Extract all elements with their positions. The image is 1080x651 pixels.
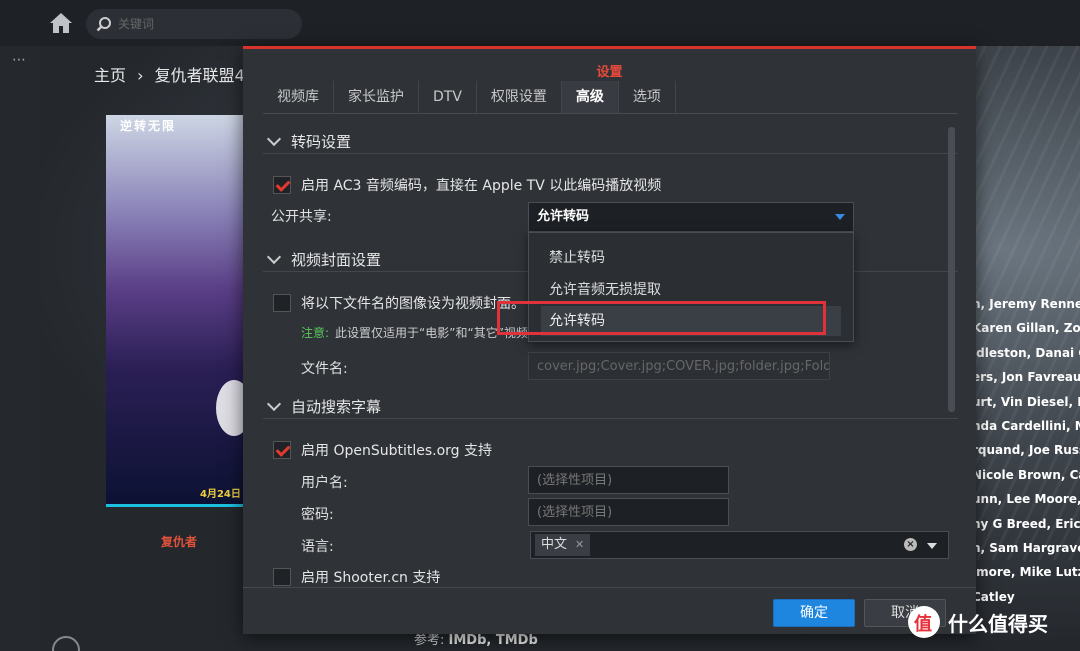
scrollbar[interactable] bbox=[948, 127, 955, 412]
section-subtitles[interactable]: 自动搜索字幕 bbox=[266, 396, 382, 417]
search-icon bbox=[96, 17, 111, 32]
tab-advanced[interactable]: 高级 bbox=[561, 81, 619, 113]
cast-line: Nicole Brown, Ca bbox=[972, 467, 1080, 482]
watermark: 什么值得买 bbox=[908, 606, 1048, 638]
cast-line: n, Jeremy Renner bbox=[972, 297, 1080, 311]
breadcrumb-home[interactable]: 主页 bbox=[94, 66, 126, 85]
breadcrumb: 主页 › 复仇者联盟4 bbox=[94, 62, 251, 86]
dialog-title: 设置 bbox=[596, 65, 623, 80]
opensub-row: 启用 OpenSubtitles.org 支持 bbox=[273, 440, 492, 460]
more-icon[interactable]: ⋯ bbox=[12, 52, 27, 68]
section-divider bbox=[263, 153, 958, 154]
cast-line: nda Cardellini, M bbox=[972, 419, 1080, 434]
section-divider bbox=[263, 418, 958, 419]
filename-label: 文件名: bbox=[301, 361, 348, 377]
movie-poster[interactable]: 逆转无限 4月24日 复仇者 bbox=[106, 115, 252, 549]
filename-input[interactable] bbox=[528, 352, 830, 380]
section-transcode[interactable]: 转码设置 bbox=[266, 131, 352, 152]
watermark-logo-icon bbox=[908, 606, 940, 638]
username-input[interactable] bbox=[528, 466, 729, 494]
cover-checkbox[interactable] bbox=[273, 294, 291, 312]
ac3-checkbox[interactable] bbox=[273, 176, 291, 194]
top-bar bbox=[0, 0, 1080, 46]
note-tag: 注意: bbox=[301, 326, 330, 340]
language-label: 语言: bbox=[301, 539, 334, 555]
cast-line: n, Sam Hargrave bbox=[972, 541, 1080, 556]
poster-title-text: 逆转无限 bbox=[120, 119, 177, 133]
share-select-value: 允许转码 bbox=[537, 209, 590, 224]
settings-dialog: 设置 视频库 家长监护 DTV 权限设置 高级 选项 转码设置 启用 AC3 音… bbox=[243, 46, 976, 634]
username-label: 用户名: bbox=[301, 475, 348, 491]
poster-logo: 复仇者 bbox=[161, 535, 198, 549]
option-disable-transcode[interactable]: 禁止转码 bbox=[549, 247, 605, 267]
shooter-checkbox[interactable] bbox=[273, 568, 291, 586]
left-rail bbox=[0, 46, 40, 651]
shooter-row: 启用 Shooter.cn 支持 bbox=[273, 567, 440, 587]
chevron-down-icon bbox=[266, 131, 282, 147]
caret-down-icon[interactable] bbox=[927, 543, 937, 549]
chevron-down-icon bbox=[266, 249, 282, 265]
tab-dtv[interactable]: DTV bbox=[419, 81, 477, 113]
cast-list: n, Jeremy Renner Karen Gillan, Zoe ldles… bbox=[972, 292, 1080, 609]
section-transcode-title: 转码设置 bbox=[291, 133, 352, 151]
language-select[interactable]: 中文 ✕ × bbox=[530, 531, 949, 559]
tab-divider bbox=[263, 113, 958, 114]
watermark-text: 什么值得买 bbox=[948, 611, 1048, 636]
home-icon[interactable] bbox=[48, 11, 74, 35]
chevron-down-icon bbox=[266, 396, 282, 412]
ok-button[interactable]: 确定 bbox=[773, 599, 855, 627]
language-tag: 中文 ✕ bbox=[535, 534, 591, 556]
tab-permissions[interactable]: 权限设置 bbox=[477, 81, 562, 113]
cover-label: 将以下文件名的图像设为视频封面。 bbox=[301, 296, 525, 312]
password-input[interactable] bbox=[528, 498, 729, 526]
search-box[interactable] bbox=[86, 9, 302, 39]
poster-date: 4月24日 bbox=[200, 489, 241, 500]
tab-video-library[interactable]: 视频库 bbox=[263, 81, 334, 113]
language-tag-text: 中文 bbox=[541, 537, 568, 552]
search-input[interactable] bbox=[118, 14, 288, 34]
cast-line: rquand, Joe Russ bbox=[972, 443, 1080, 458]
tab-parental-control[interactable]: 家长监护 bbox=[334, 81, 419, 113]
cast-line: unn, Lee Moore, I bbox=[972, 492, 1080, 507]
password-label: 密码: bbox=[301, 507, 334, 523]
section-cover[interactable]: 视频封面设置 bbox=[266, 249, 382, 270]
option-lossless-audio[interactable]: 允许音频无损提取 bbox=[549, 279, 661, 299]
cast-line: ers, Jon Favreau bbox=[972, 370, 1080, 385]
shooter-label: 启用 Shooter.cn 支持 bbox=[301, 570, 441, 586]
cast-line: ny G Breed, Erica bbox=[972, 516, 1080, 531]
section-subtitles-title: 自动搜索字幕 bbox=[291, 398, 382, 416]
dialog-footer: 确定 取消 bbox=[243, 587, 976, 637]
tab-bar: 视频库 家长监护 DTV 权限设置 高级 选项 bbox=[263, 81, 676, 113]
cast-line: ldleston, Danai G bbox=[972, 345, 1080, 360]
clear-icon[interactable]: × bbox=[904, 538, 917, 551]
remove-tag-icon[interactable]: ✕ bbox=[575, 538, 584, 551]
share-select[interactable]: 允许转码 bbox=[528, 202, 854, 232]
opensub-label: 启用 OpenSubtitles.org 支持 bbox=[301, 443, 493, 459]
opensub-checkbox[interactable] bbox=[273, 441, 291, 459]
caret-down-icon bbox=[835, 214, 845, 220]
ac3-row: 启用 AC3 音频编码，直接在 Apple TV 以此编码播放视频 bbox=[273, 175, 661, 195]
ac3-label: 启用 AC3 音频编码，直接在 Apple TV 以此编码播放视频 bbox=[301, 178, 662, 194]
cast-line: Karen Gillan, Zoe bbox=[972, 321, 1080, 336]
breadcrumb-separator: › bbox=[137, 66, 144, 85]
cover-row: 将以下文件名的图像设为视频封面。 bbox=[273, 293, 525, 313]
share-label: 公开共享: bbox=[271, 209, 332, 225]
section-cover-title: 视频封面设置 bbox=[291, 251, 382, 269]
tab-options[interactable]: 选项 bbox=[619, 81, 676, 113]
cast-line: urt, Vin Diesel, B bbox=[972, 394, 1080, 409]
cast-line: lmore, Mike Lutz bbox=[972, 565, 1080, 580]
breadcrumb-current[interactable]: 复仇者联盟4 bbox=[155, 66, 245, 85]
highlight-box bbox=[497, 301, 826, 335]
